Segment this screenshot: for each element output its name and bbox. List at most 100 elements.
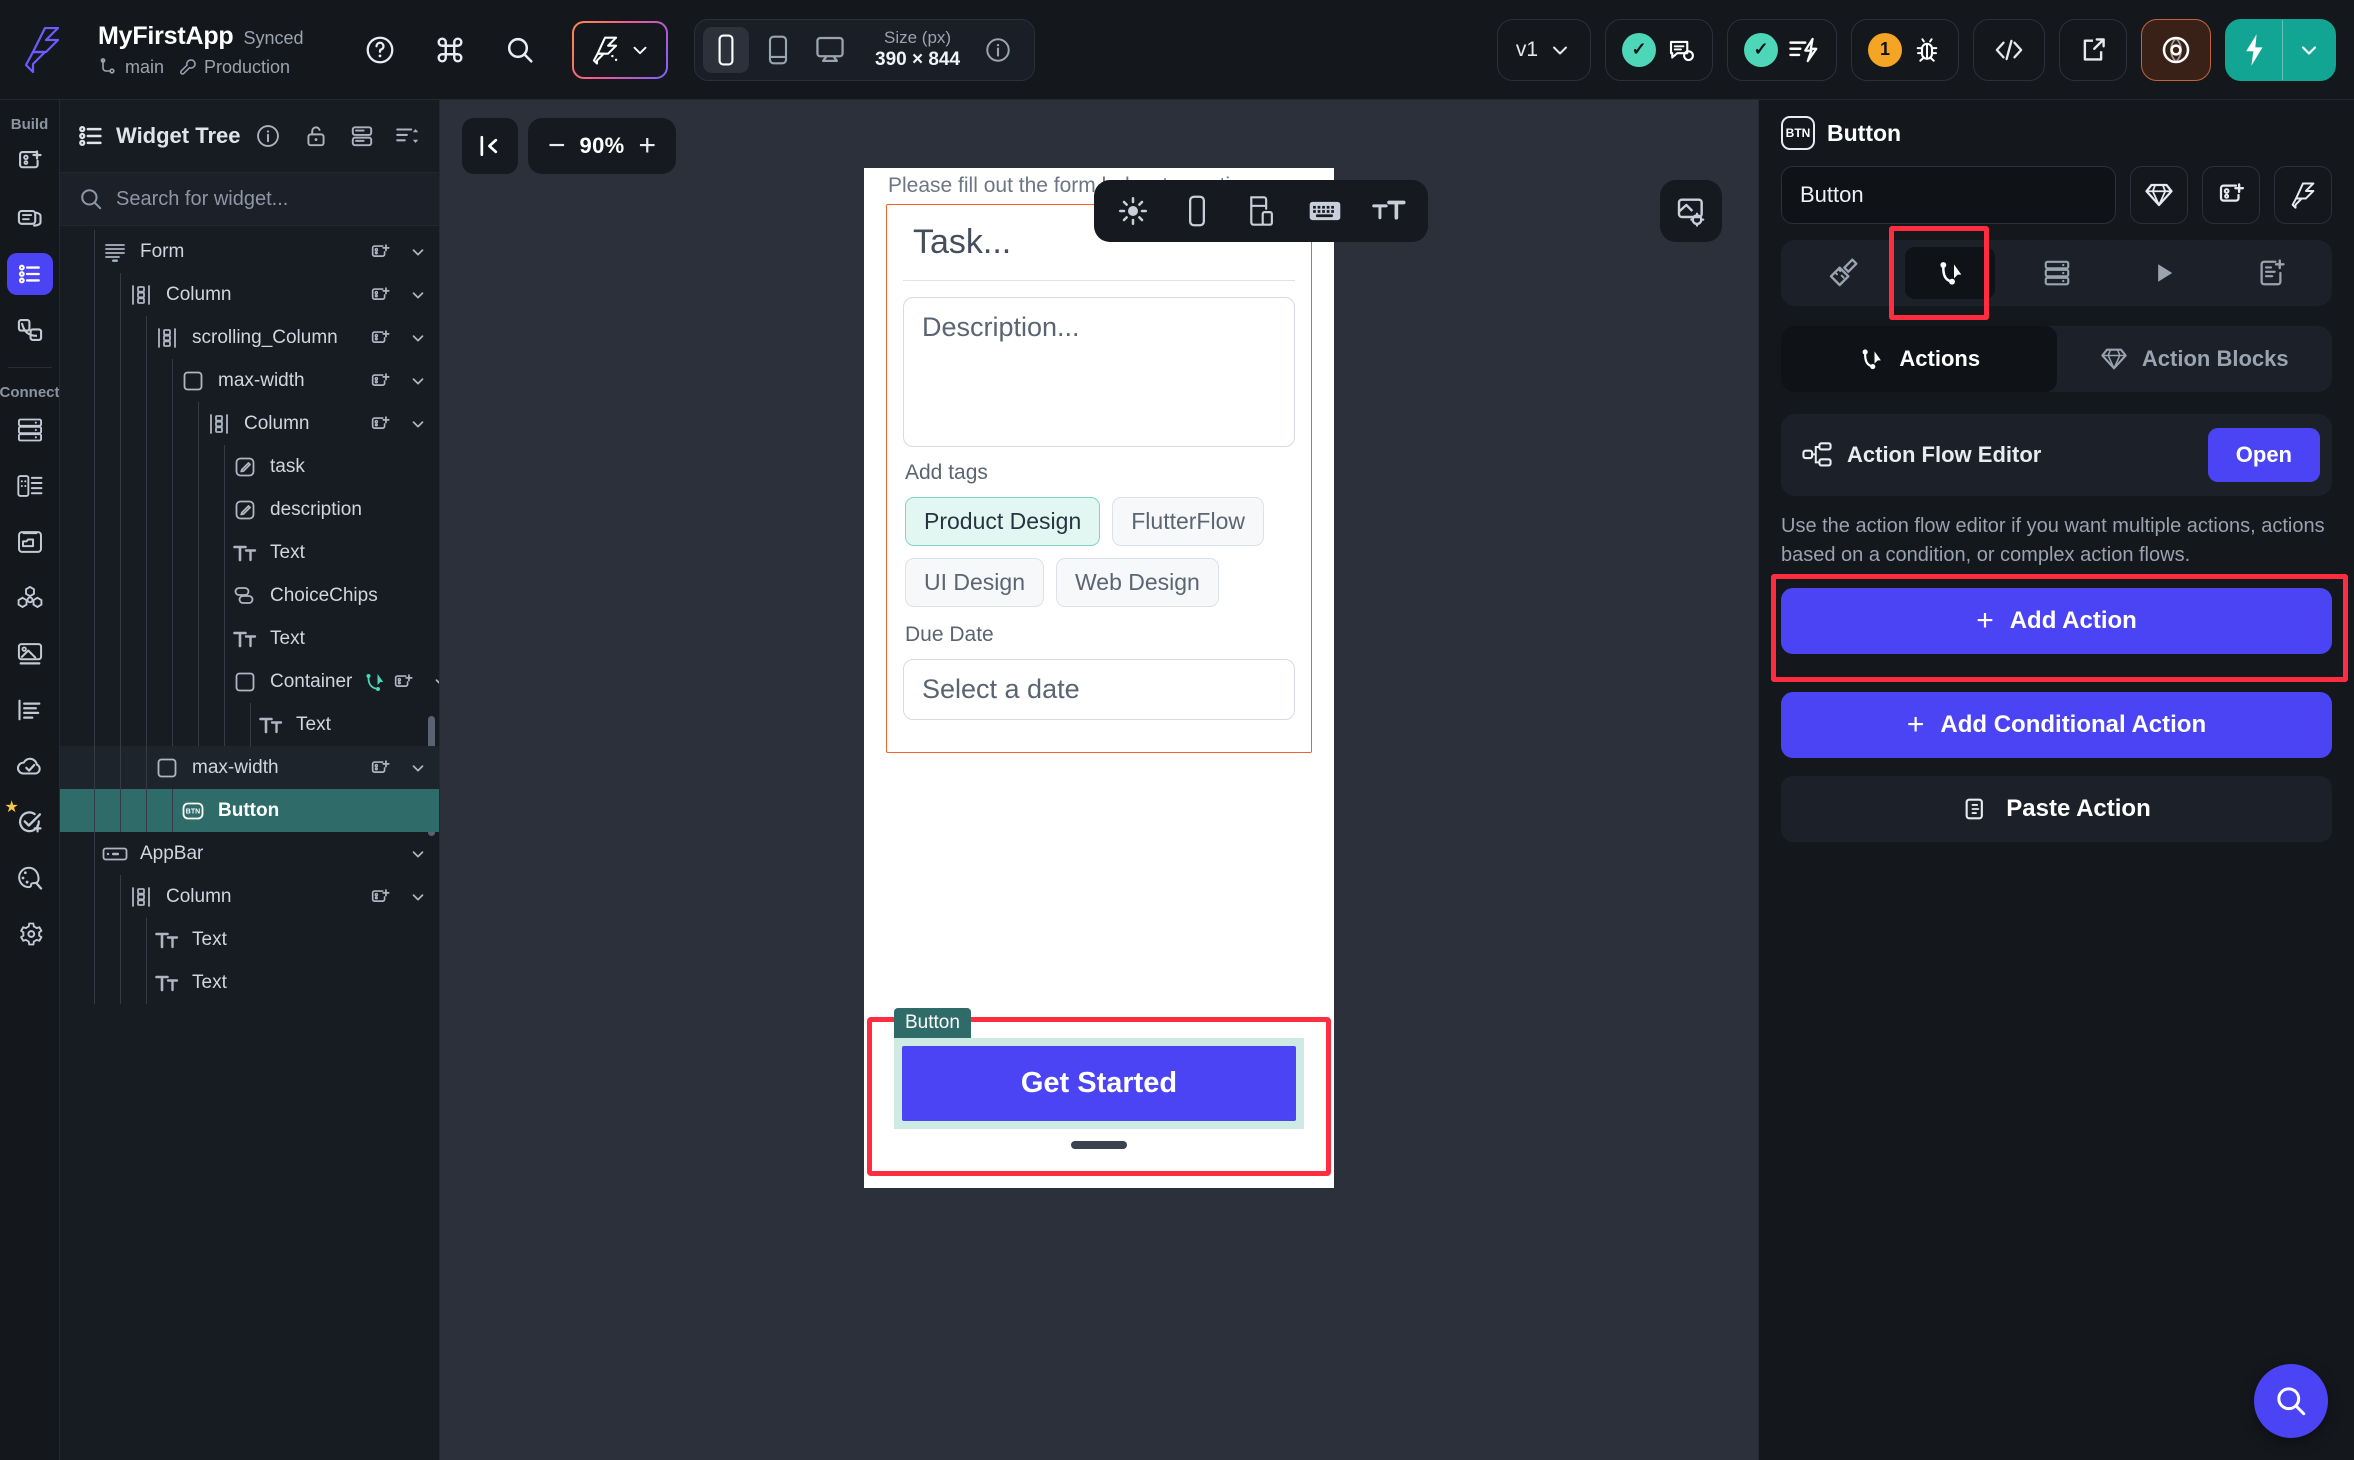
widget-tree-node[interactable]: AppBar: [60, 832, 439, 875]
description-input[interactable]: Description...: [903, 297, 1295, 447]
add-child-widget-button[interactable]: [363, 236, 397, 268]
comments-button[interactable]: ✓: [1605, 18, 1713, 81]
preview-button[interactable]: [2141, 18, 2211, 81]
canvas-settings-icon[interactable]: [1660, 180, 1722, 242]
issues-button[interactable]: ✓: [1727, 18, 1837, 81]
widget-tree-node[interactable]: max-width: [60, 359, 439, 402]
choice-chip[interactable]: Product Design: [905, 497, 1101, 546]
choice-chip[interactable]: FlutterFlow: [1112, 497, 1264, 546]
sidebar-item-settings[interactable]: [7, 913, 53, 955]
widget-tree-node[interactable]: ChoiceChips: [60, 574, 439, 617]
version-selector[interactable]: v1: [1496, 18, 1591, 81]
widget-tree-node[interactable]: Text: [60, 918, 439, 961]
ai-magic-wand-icon[interactable]: [2274, 166, 2332, 224]
flutterflow-logo-icon[interactable]: [0, 0, 84, 99]
ai-magic-button[interactable]: [572, 21, 668, 79]
sidebar-item-widget-tree[interactable]: [6, 253, 53, 295]
sidebar-item-theme[interactable]: [7, 857, 53, 899]
actions-flow-icon[interactable]: [1904, 247, 1995, 299]
text-size-icon[interactable]: [1360, 186, 1418, 236]
sidebar-item-integrations[interactable]: [7, 577, 53, 619]
widget-tree-node[interactable]: Text: [60, 531, 439, 574]
help-search-fab[interactable]: [2254, 1364, 2328, 1438]
widget-tree-node[interactable]: scrolling_Column: [60, 316, 439, 359]
device-desktop-icon[interactable]: [807, 27, 853, 73]
choice-chip[interactable]: UI Design: [905, 558, 1044, 607]
branch-name[interactable]: main: [125, 57, 164, 78]
open-action-flow-editor-button[interactable]: Open: [2207, 428, 2320, 482]
zoom-out-button[interactable]: −: [548, 131, 566, 161]
keyboard-icon[interactable]: [1296, 186, 1354, 236]
sort-expand-icon[interactable]: [391, 119, 425, 153]
chevron-down-icon[interactable]: [407, 286, 429, 304]
widget-tree-node[interactable]: Text: [60, 617, 439, 660]
run-button[interactable]: [2225, 18, 2336, 81]
widget-tree-node[interactable]: Column: [60, 402, 439, 445]
device-frame-icon[interactable]: [1168, 186, 1226, 236]
stacked-panels-icon[interactable]: [345, 119, 379, 153]
animations-play-icon[interactable]: [2119, 247, 2209, 299]
search-icon[interactable]: [494, 24, 546, 76]
sidebar-item-components[interactable]: [7, 197, 53, 239]
zoom-in-button[interactable]: +: [638, 131, 656, 161]
help-circle-icon[interactable]: [354, 24, 406, 76]
tab-actions[interactable]: Actions: [1781, 326, 2057, 392]
chevron-down-icon[interactable]: [430, 673, 439, 691]
widget-tree-node[interactable]: Text: [60, 961, 439, 1004]
backend-query-icon[interactable]: [2012, 247, 2102, 299]
widget-tree-node[interactable]: Text: [60, 703, 439, 746]
form-widget-outline[interactable]: Task... Description... Add tags Product …: [886, 204, 1312, 753]
choice-chip[interactable]: Web Design: [1055, 558, 1219, 607]
widget-tree-node[interactable]: max-width: [60, 746, 439, 789]
split-view-icon[interactable]: [1232, 186, 1290, 236]
sidebar-item-media-folder[interactable]: [7, 521, 53, 563]
device-phone-portrait-icon[interactable]: [703, 26, 749, 73]
widget-tree-node[interactable]: BTN Button: [60, 789, 439, 832]
sidebar-item-assets[interactable]: [7, 633, 53, 675]
sidebar-item-deploy[interactable]: [7, 745, 53, 787]
chevron-down-icon[interactable]: [407, 243, 429, 261]
sidebar-item-new-page[interactable]: [7, 141, 53, 183]
add-child-widget-button[interactable]: [363, 408, 397, 440]
widget-tree-node[interactable]: Form: [60, 230, 439, 273]
create-component-icon[interactable]: [2202, 166, 2260, 224]
widget-tree-list[interactable]: Form Column scrolling_Column max-width Colum…: [60, 226, 439, 1460]
choice-chips[interactable]: Product Design FlutterFlow UI Design Web De…: [887, 497, 1311, 607]
sidebar-item-tests[interactable]: ★: [5, 799, 53, 843]
add-child-widget-button[interactable]: [363, 365, 397, 397]
add-conditional-action-button[interactable]: + Add Conditional Action: [1781, 692, 2332, 758]
collapse-left-icon[interactable]: [462, 118, 518, 174]
widget-tree-node[interactable]: Container: [60, 660, 439, 703]
diamond-theme-icon[interactable]: [2130, 166, 2188, 224]
command-key-icon[interactable]: [424, 24, 476, 76]
widget-name-input[interactable]: Button: [1781, 166, 2116, 224]
info-circle-icon[interactable]: [251, 119, 285, 153]
add-child-widget-button[interactable]: [363, 881, 397, 913]
code-view-button[interactable]: [1973, 18, 2045, 81]
chevron-down-icon[interactable]: [2283, 20, 2335, 80]
sidebar-item-database[interactable]: [7, 409, 53, 451]
chevron-down-icon[interactable]: [407, 329, 429, 347]
sidebar-item-app-state[interactable]: [7, 309, 53, 351]
add-action-button[interactable]: + Add Action: [1781, 588, 2332, 654]
add-child-widget-button[interactable]: [363, 322, 397, 354]
add-child-widget-button[interactable]: [363, 752, 397, 784]
chevron-down-icon[interactable]: [407, 415, 429, 433]
chevron-down-icon[interactable]: [407, 888, 429, 906]
widget-tree-node[interactable]: description: [60, 488, 439, 531]
environment-name[interactable]: Production: [204, 57, 290, 78]
info-circle-icon[interactable]: [978, 30, 1018, 70]
get-started-button[interactable]: Get Started: [902, 1046, 1296, 1121]
brightness-sun-icon[interactable]: [1104, 186, 1162, 236]
device-preview[interactable]: Please fill out the form below to contin…: [864, 168, 1334, 1188]
button-selection-wrapper[interactable]: Button Get Started: [894, 1008, 1304, 1129]
date-picker[interactable]: Select a date: [903, 659, 1295, 720]
chevron-down-icon[interactable]: [407, 759, 429, 777]
debug-button[interactable]: 1: [1851, 18, 1959, 81]
device-tablet-icon[interactable]: [755, 27, 801, 73]
chevron-down-icon[interactable]: [407, 845, 429, 863]
unlock-icon[interactable]: [299, 119, 333, 153]
sidebar-item-localization[interactable]: [7, 689, 53, 731]
share-button[interactable]: [2059, 18, 2127, 81]
add-child-widget-button[interactable]: [363, 279, 397, 311]
